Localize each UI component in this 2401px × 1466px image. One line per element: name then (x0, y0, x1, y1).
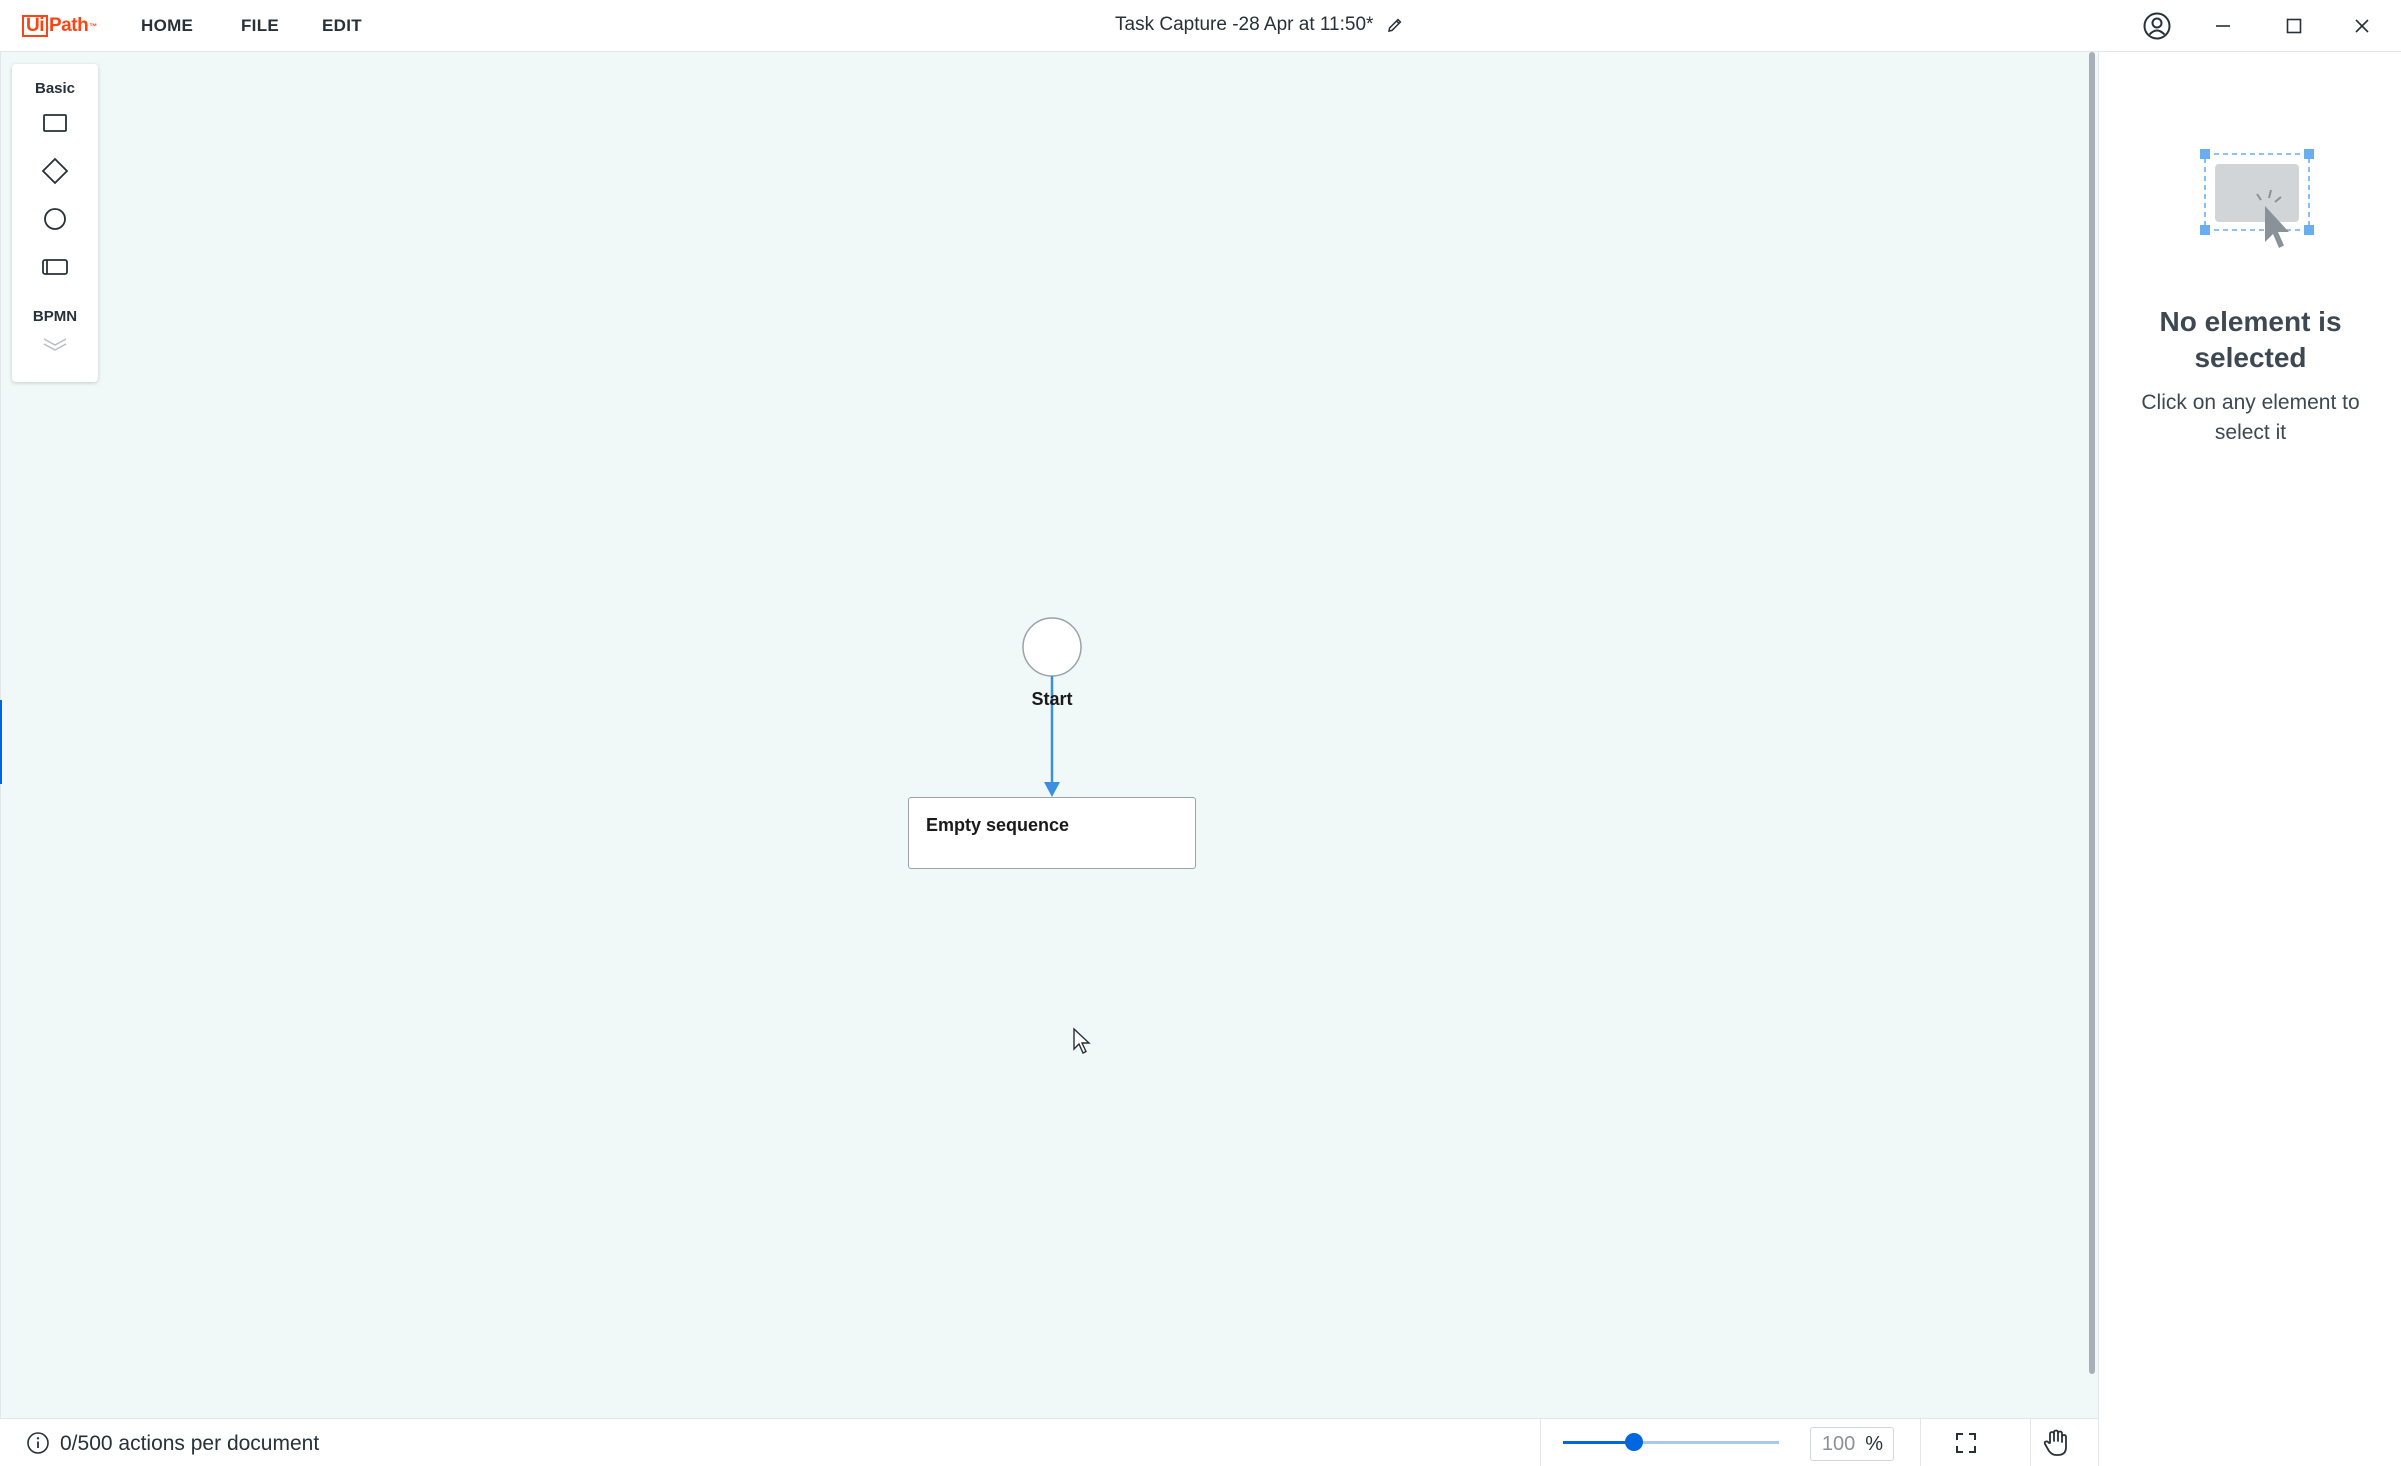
rectangle-icon[interactable] (36, 104, 74, 142)
palette-bpmn-label: BPMN (32, 308, 78, 325)
no-selection-illustration-icon (2200, 149, 2314, 248)
zoom-slider-fill (1563, 1441, 1634, 1444)
panel-title: No element is selected (2159, 306, 2342, 373)
canvas-vertical-scrollbar[interactable] (2089, 52, 2095, 1374)
title-bar: Ui Path ™ HOME FILE EDIT Task Capture -28 … (0, 0, 2401, 52)
panel-subtitle: Click on any element to select it (2141, 391, 2360, 444)
palette-basic-label: Basic (34, 80, 76, 97)
diagram-canvas[interactable]: Start Empty sequence (0, 52, 2098, 1418)
fit-to-screen-icon[interactable] (1946, 1427, 1986, 1459)
connector-arrowhead (1044, 782, 1060, 797)
minimize-button[interactable] (2197, 6, 2249, 46)
status-bar: 0/500 actions per document 100 % (0, 1418, 2098, 1466)
edge-indicator (0, 700, 2, 784)
close-button[interactable] (2336, 6, 2388, 46)
zoom-separator (1540, 1419, 1541, 1466)
zoom-value: 100 (1821, 1432, 1856, 1455)
rounded-rectangle-icon[interactable] (36, 248, 74, 286)
document-title-group: Task Capture -28 Apr at 11:50* (1115, 14, 1403, 36)
start-event-circle[interactable] (1022, 617, 1082, 677)
zoom-input[interactable]: 100 % (1810, 1427, 1894, 1461)
account-icon[interactable] (2131, 6, 2183, 46)
mouse-cursor-icon (1073, 1027, 1091, 1054)
zoom-slider[interactable] (1563, 1433, 1779, 1451)
pan-separator (2030, 1419, 2031, 1466)
expand-chevron-icon[interactable] (36, 330, 74, 358)
menu-edit[interactable]: EDIT (322, 16, 362, 36)
document-title: Task Capture -28 Apr at 11:50* (1115, 14, 1374, 35)
info-icon (27, 1432, 49, 1454)
edit-title-icon[interactable] (1387, 17, 1403, 33)
shape-palette: Basic BPMN (12, 64, 98, 382)
actions-counter: 0/500 actions per document (60, 1432, 320, 1455)
diagram-layer: Start Empty sequence (1, 52, 2099, 1418)
menu-home[interactable]: HOME (141, 16, 193, 36)
maximize-button[interactable] (2268, 6, 2320, 46)
menu-file[interactable]: FILE (241, 16, 279, 36)
diagram-svg (1022, 617, 1082, 797)
zoom-slider-thumb[interactable] (1625, 1433, 1643, 1451)
zoom-unit: % (1865, 1432, 1883, 1455)
pan-hand-icon[interactable] (2036, 1427, 2076, 1459)
uipath-logo: Ui Path ™ (22, 14, 97, 38)
empty-sequence-box[interactable]: Empty sequence (908, 797, 1196, 869)
properties-panel: No element is selected Click on any elem… (2098, 52, 2401, 1466)
fit-separator (1920, 1419, 1921, 1466)
circle-icon[interactable] (36, 200, 74, 238)
sequence-label: Empty sequence (926, 815, 1070, 835)
start-label: Start (1031, 689, 1073, 709)
diamond-icon[interactable] (36, 152, 74, 190)
